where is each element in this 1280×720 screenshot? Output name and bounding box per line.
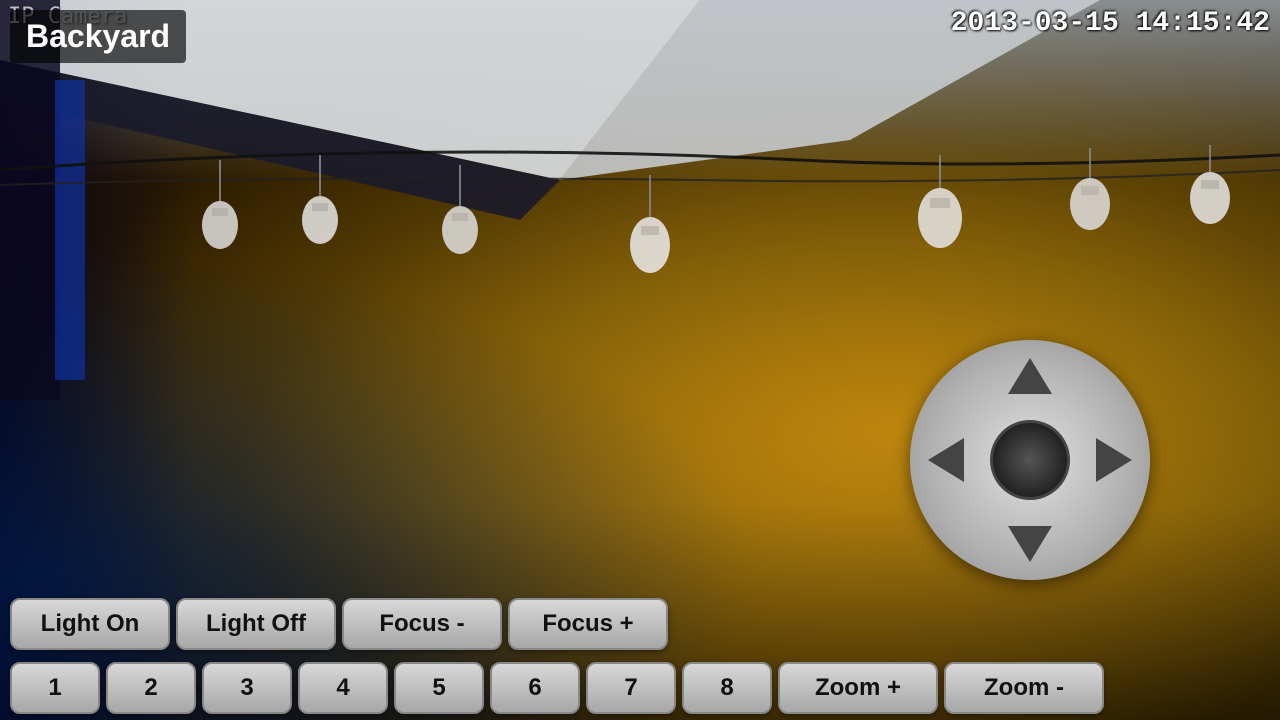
ptz-right-button[interactable] [1096, 438, 1132, 482]
ptz-left-button[interactable] [928, 438, 964, 482]
ptz-up-button[interactable] [1008, 358, 1052, 394]
light-on-button[interactable]: Light On [10, 598, 170, 650]
focus-plus-button[interactable]: Focus + [508, 598, 668, 650]
ptz-down-button[interactable] [1008, 526, 1052, 562]
focus-minus-button[interactable]: Focus - [342, 598, 502, 650]
num-7-button[interactable]: 7 [586, 662, 676, 714]
num-8-button[interactable]: 8 [682, 662, 772, 714]
controls-bar: Light On Light Off Focus - Focus + 1 2 3… [0, 592, 1280, 720]
num-2-button[interactable]: 2 [106, 662, 196, 714]
num-6-button[interactable]: 6 [490, 662, 580, 714]
light-off-button[interactable]: Light Off [176, 598, 336, 650]
zoom-minus-button[interactable]: Zoom - [944, 662, 1104, 714]
camera-name-text: Backyard [26, 18, 170, 54]
num-1-button[interactable]: 1 [10, 662, 100, 714]
zoom-plus-button[interactable]: Zoom + [778, 662, 938, 714]
camera-label: Backyard [10, 10, 186, 63]
app-container: Backyard IP Camera 2013-03-15 14:15:42 L… [0, 0, 1280, 720]
timestamp: 2013-03-15 14:15:42 [951, 8, 1270, 39]
ptz-center-button[interactable] [990, 420, 1070, 500]
num-3-button[interactable]: 3 [202, 662, 292, 714]
num-5-button[interactable]: 5 [394, 662, 484, 714]
controls-row-2: 1 2 3 4 5 6 7 8 Zoom + Zoom - [0, 656, 1280, 720]
ptz-control [910, 340, 1150, 580]
controls-row-1: Light On Light Off Focus - Focus + [0, 592, 1280, 656]
num-4-button[interactable]: 4 [298, 662, 388, 714]
